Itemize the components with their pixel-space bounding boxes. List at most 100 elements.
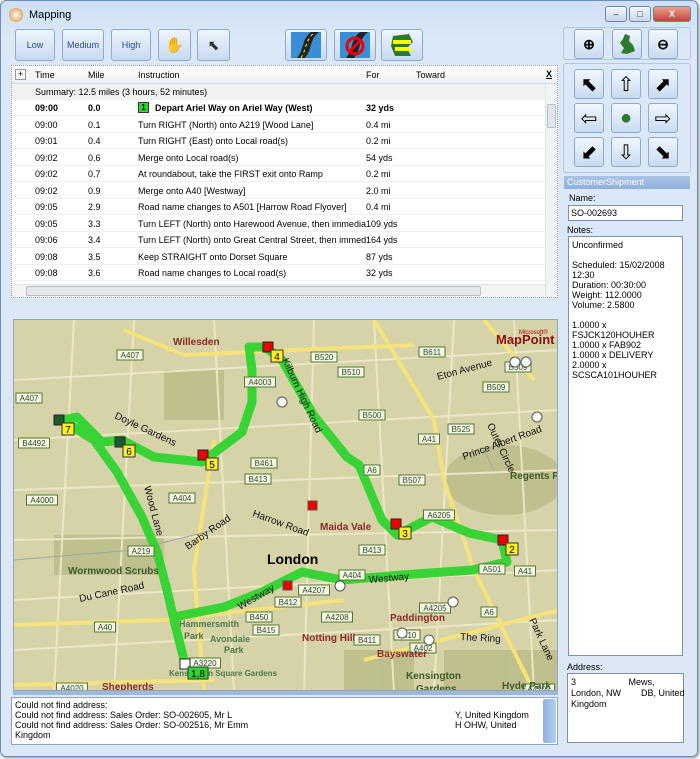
location-circle[interactable] [509,356,521,368]
maximize-button[interactable]: □ [629,6,651,22]
direction-row[interactable]: 09:02 0.7 At roundabout, take the FIRST ex… [12,166,545,182]
zoom-out-button[interactable]: ⊖ [648,29,678,59]
map-view[interactable]: A407 A407 A4003 B520 B510 B611 B509 B509 B500 A41… [13,319,558,691]
step-badge: 1 [138,102,149,113]
location-circle[interactable] [276,396,288,408]
directions-button[interactable] [381,29,423,61]
road-shield-label: A404 [343,571,362,580]
close-button[interactable]: X [653,6,691,22]
minimize-button[interactable]: – [605,6,627,22]
road-shield: A4207 [298,584,330,596]
pan-east-button[interactable]: ⇨ [648,103,678,133]
pan-southeast-button[interactable]: ⬊ [648,137,678,167]
cell-for: 0.2 mi [366,136,391,146]
arrow-icon: ⇧ [617,73,635,96]
direction-row[interactable]: 09:05 3.3 Turn LEFT (North) onto Harewood … [12,216,545,232]
calculate-route-button[interactable] [285,29,327,61]
cell-time: 09:01 [35,136,58,146]
horizontal-scrollbar[interactable] [12,284,545,297]
place-label: Bayswater [377,649,427,660]
cell-mile: 0.7 [88,169,101,179]
select-pointer-button[interactable]: ⬉ [197,29,230,61]
cell-for: 54 yds [366,152,393,163]
clear-route-button[interactable] [334,29,376,61]
title-bar: Mapping [9,6,71,24]
column-toward[interactable]: Toward [416,70,445,80]
location-circle[interactable] [447,596,459,608]
column-instruction[interactable]: Instruction [138,70,180,80]
location-circle[interactable] [334,580,346,592]
arrow-icon: ⇨ [654,107,672,130]
uk-map-icon [620,34,635,54]
hscroll-thumb[interactable] [26,286,481,296]
log-panel: Could not find address: Could not find ad… [11,697,558,745]
pan-northwest-button[interactable]: ⬉ [574,69,604,99]
road-shield: A407 [15,392,43,404]
quality-low-button[interactable]: Low [15,29,55,61]
cell-instruction: Turn RIGHT (North) onto A219 [Wood Lane] [138,119,314,130]
cell-for: 32 yds [366,103,395,113]
direction-row[interactable]: 09:00 0.1 Turn RIGHT (North) onto A219 [Wo… [12,117,545,133]
log-text: Could not find address: Sales Order: SO-… [15,720,249,730]
direction-row[interactable]: 09:01 0.4 Turn RIGHT (East) onto Local roa… [12,133,545,149]
pan-northeast-button[interactable]: ⬈ [648,69,678,99]
stop-number: 1,8 [191,669,205,680]
place-label: Kensington Square Gardens [169,669,278,678]
direction-row[interactable]: 09:02 0.6 Merge onto Local road(s) 54 yds [12,150,545,166]
location-circle[interactable] [423,634,435,646]
cell-time: 09:00 [35,103,59,113]
address-field[interactable]: 3 Mews, London, NW DB, United Kingdom [567,673,685,743]
quality-medium-button[interactable]: Medium [62,29,104,61]
road-shield: A404 [168,492,196,504]
direction-row[interactable]: 09:06 3.4 Turn LEFT (North) onto Great Cen… [12,232,545,248]
direction-row[interactable]: 09:02 0.9 Merge onto A40 [Westway] 2.0 mi [12,183,545,199]
log-scrollbar[interactable] [543,699,556,743]
cell-for: 87 yds [366,251,393,262]
direction-row[interactable]: 09:08 3.6 Road name changes to Local road(… [12,265,545,281]
scroll-thumb[interactable] [547,104,556,128]
road-shield: B520 [310,351,338,363]
name-field[interactable]: SO-002693 [568,205,683,221]
column-time[interactable]: Time [35,70,55,80]
column-for[interactable]: For [366,70,380,80]
road-shield: B413 [358,544,386,556]
name-label: Name: [569,193,596,203]
road-shield: A6 [480,606,498,618]
full-map-button[interactable] [612,29,642,59]
cell-time: 09:05 [35,218,58,229]
quality-high-button[interactable]: High [111,29,151,61]
summary-text: Summary: 12.5 miles (3 hours, 52 minutes… [35,87,208,97]
pan-hand-button[interactable]: ✋ [158,29,191,61]
pan-north-button[interactable]: ⇧ [611,69,641,99]
pan-south-button[interactable]: ⇩ [611,137,641,167]
pan-southwest-button[interactable]: ⬋ [574,137,604,167]
splitter[interactable] [13,691,558,695]
notes-field[interactable]: Unconfirmed Scheduled: 15/02/2008 12:30 … [568,236,683,656]
road-shield: B509 [482,381,510,393]
cell-mile: 3.5 [88,251,101,262]
zoom-in-button[interactable]: ⊕ [574,29,604,59]
center-button[interactable]: ● [611,103,641,133]
direction-row[interactable]: 09:05 2.9 Road name changes to A501 [Harro… [12,199,545,215]
arrow-icon: ⇩ [617,141,635,164]
location-circle[interactable] [520,356,532,368]
unrouted-location-marker[interactable] [307,500,318,511]
vertical-scrollbar[interactable] [545,84,557,297]
road-shield-label: B411 [358,636,377,645]
stop-number: 3 [402,529,408,540]
column-mile[interactable]: Mile [88,70,105,80]
close-grid-button[interactable]: X [546,69,552,79]
unrouted-location-marker[interactable] [282,580,293,591]
log-line: Could not find address: Sales Order: SO-… [15,720,540,730]
direction-row[interactable]: 09:08 3.5 Keep STRAIGHT onto Dorset Square… [12,249,545,265]
pan-west-button[interactable]: ⇦ [574,103,604,133]
location-circle[interactable] [396,627,408,639]
road-shield: B611 [418,346,446,358]
expand-button[interactable]: + [15,69,26,80]
direction-row[interactable]: 09:00 0.0 Depart Ariel Way on Ariel Way (W… [12,100,545,116]
cell-time: 09:08 [35,268,58,278]
location-circle[interactable] [531,411,543,423]
arrow-icon: ⬉ [580,73,598,96]
road-shield-label: B461 [255,459,274,468]
place-label: Wormwood Scrubs [68,566,159,577]
